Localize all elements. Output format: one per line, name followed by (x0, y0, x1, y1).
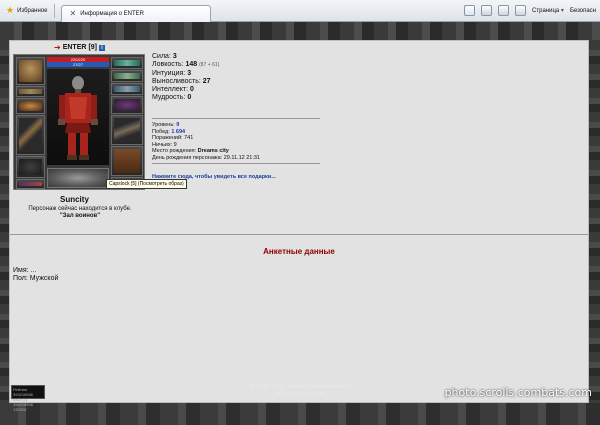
arrow-icon: ➔ (54, 43, 61, 52)
location-name: "Зал воинов" (59, 213, 101, 219)
frame-left-border (0, 40, 9, 403)
shield-slot[interactable] (111, 115, 143, 145)
ring-slot-2[interactable] (111, 70, 143, 82)
stat-intellect: Интеллект: 0 (152, 86, 194, 94)
clan-emblem (47, 168, 109, 188)
character-avatar[interactable] (47, 69, 109, 165)
home-icon[interactable] (464, 5, 476, 16)
character-name: ENTER (62, 44, 87, 51)
rating-counter[interactable]: Рейтинг 394216506 мэйл.ру 394216506 1303… (11, 385, 45, 412)
profile-gender: Пол: Мужской (13, 275, 59, 282)
profile-name: Имя: ... (13, 267, 37, 274)
warrior-figure (58, 76, 98, 160)
tab-title: Информация о ENTER (80, 10, 144, 17)
character-level: [9] (88, 44, 97, 51)
profile-section-title: Анкетные данные (263, 247, 335, 256)
ring-icon (114, 86, 140, 92)
ring-slot-3[interactable] (111, 83, 143, 95)
browser-tab[interactable]: ✕ Информация о ENTER (60, 4, 211, 22)
tab-icon: ✕ (69, 8, 77, 18)
meta-birthday: День рождения персонажа: 29.11.12 21:31 (152, 154, 260, 161)
bracers-icon (19, 89, 42, 94)
belt-icon (19, 182, 42, 186)
watermark: photo.scrolls.combats.com (444, 386, 592, 399)
belt-slot[interactable] (16, 179, 45, 189)
favorites-button[interactable]: ★ Избранное (0, 0, 54, 21)
game-frame: ➔ ENTER [9] i 220/220 27/27 Capslock [5]… (0, 22, 600, 425)
gifts-link[interactable]: Нажмите сюда, чтобы увидеть все подарки.… (152, 174, 276, 180)
character-meta: Уровень: 9 Побед: 1 694 Поражений: 741 Н… (152, 122, 260, 161)
stat-agility: Ловкость: 148 (87 + 61) (152, 61, 220, 69)
character-header: ➔ ENTER [9] i (54, 43, 105, 52)
equipment-panel: 220/220 27/27 (13, 54, 145, 190)
print-icon[interactable] (515, 5, 527, 16)
shield-icon (114, 118, 140, 142)
stat-stamina: Выносливость: 27 (152, 77, 211, 85)
status-line: Персонаж сейчас находится в клубе. (28, 206, 132, 212)
character-city: Suncity (60, 195, 89, 204)
meta-divider (152, 163, 320, 164)
weapon-slot[interactable] (16, 115, 45, 155)
page-menu[interactable]: Страница (532, 7, 564, 14)
frame-right-border (589, 40, 600, 403)
browser-tools: Страница Безопасн (464, 5, 600, 16)
info-icon[interactable]: i (99, 44, 105, 51)
stat-intuition: Интуиция: 3 (152, 69, 192, 77)
stat-strength: Сила: 3 (152, 53, 177, 60)
character-info-page: ➔ ENTER [9] i 220/220 27/27 Capslock [5]… (9, 40, 589, 403)
browser-toolbar: ★ Избранное ✕ Информация о ENTER Страниц… (0, 0, 600, 22)
bracers-slot[interactable] (16, 86, 45, 97)
pants-icon (114, 149, 140, 173)
gloves-icon (114, 99, 140, 111)
armor-icon (19, 159, 42, 175)
gloves-slot[interactable] (111, 96, 143, 114)
mail-icon[interactable] (498, 5, 510, 16)
helmet-icon (19, 60, 42, 82)
weapon-icon (19, 118, 42, 152)
armor-slot[interactable] (16, 156, 45, 178)
mp-bar: 27/27 (47, 62, 109, 67)
amulet-icon (19, 101, 42, 111)
amulet-slot[interactable] (16, 98, 45, 114)
favorites-label: Избранное (17, 7, 48, 14)
safety-menu[interactable]: Безопасн (570, 8, 596, 14)
ring-icon (114, 73, 140, 79)
toolbar-divider (53, 3, 55, 18)
pants-slot[interactable] (111, 146, 143, 176)
stat-wisdom: Мудрость: 0 (152, 94, 192, 102)
profile-data: Имя: ... Пол: Мужской (13, 267, 58, 283)
section-divider (10, 234, 588, 235)
star-icon: ★ (6, 5, 15, 15)
character-status: Персонаж сейчас находится в клубе. "Зал … (20, 206, 140, 220)
copyright: © 2002 - 2013, «www.Combats.com»™ All ri… (249, 384, 351, 397)
ring-icon (114, 60, 140, 66)
stats-divider (152, 118, 320, 119)
frame-top-border (0, 22, 600, 40)
helmet-slot[interactable] (16, 57, 45, 85)
feeds-icon[interactable] (481, 5, 493, 16)
frame-bottom-border (0, 403, 600, 425)
ring-slot-1[interactable] (111, 57, 143, 69)
avatar-tooltip: Capslock [5] (Посмотреть образ) (106, 179, 187, 189)
character-stats: Сила: 3 Ловкость: 148 (87 + 61) Интуиция… (152, 53, 219, 103)
